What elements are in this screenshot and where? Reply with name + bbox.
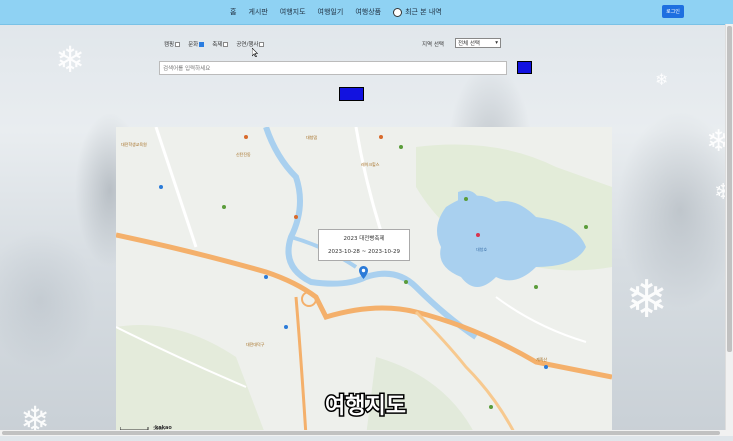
page-overlay-title: 여행지도 bbox=[324, 393, 408, 421]
login-button[interactable]: 로그인 bbox=[662, 5, 684, 18]
filter-checkbox[interactable] bbox=[223, 41, 229, 47]
filter-performance[interactable]: 공연/행사 bbox=[236, 40, 265, 48]
search-button[interactable] bbox=[517, 61, 532, 74]
chevron-down-icon: ▾ bbox=[495, 40, 498, 46]
category-filters: 캠핑 문화 축제 공연/행사 bbox=[164, 40, 265, 48]
recent-history-label: 최근 본 내역 bbox=[405, 8, 442, 16]
search-input[interactable]: 검색어를 입력하세요 bbox=[159, 61, 507, 75]
scrollbar-thumb[interactable] bbox=[727, 26, 732, 352]
snowflake-decoration: ❄ bbox=[655, 70, 669, 89]
filter-label: 캠핑 bbox=[164, 42, 175, 48]
region-label: 지역 선택 bbox=[422, 42, 444, 48]
scrollbar-thumb[interactable] bbox=[2, 431, 720, 435]
filter-culture[interactable]: 문화 bbox=[188, 40, 205, 48]
map-label: 계족산 bbox=[536, 357, 548, 362]
map-pin-icon[interactable] bbox=[359, 266, 368, 279]
main-menu: 홈 게시판 여행지도 여행일기 여행상품 최근 본 내역 bbox=[230, 0, 442, 24]
popup-dates: 2023-10-28 ~ 2023-10-29 bbox=[327, 249, 401, 255]
map-label: 대청댐 bbox=[306, 135, 318, 140]
nav-travel-products[interactable]: 여행상품 bbox=[355, 7, 381, 17]
filter-checkbox[interactable] bbox=[199, 41, 205, 47]
top-navbar: 홈 게시판 여행지도 여행일기 여행상품 최근 본 내역 로그인 bbox=[0, 0, 733, 25]
map-label: 대전학생교육원 bbox=[121, 142, 147, 147]
recent-history-link[interactable]: 최근 본 내역 bbox=[393, 7, 442, 17]
map-label: 대전대덕구 bbox=[246, 342, 265, 347]
submit-button[interactable] bbox=[339, 87, 364, 101]
filter-label: 축제 bbox=[212, 42, 223, 48]
popup-title: 2023 대전빵축제 bbox=[343, 236, 385, 242]
snowflake-decoration: ❄ bbox=[625, 270, 669, 330]
filter-camping[interactable]: 캠핑 bbox=[164, 40, 181, 48]
vertical-scrollbar[interactable] bbox=[725, 24, 733, 436]
filter-checkbox[interactable] bbox=[175, 41, 181, 47]
search-placeholder: 검색어를 입력하세요 bbox=[163, 66, 211, 72]
snowflake-decoration: ❄ bbox=[55, 40, 86, 81]
filter-checkbox[interactable] bbox=[259, 41, 265, 47]
filter-festival[interactable]: 축제 bbox=[212, 40, 229, 48]
filter-label: 공연/행사 bbox=[236, 42, 259, 48]
nav-travel-diary[interactable]: 여행일기 bbox=[318, 7, 344, 17]
filter-label: 문화 bbox=[188, 42, 199, 48]
mouse-cursor-icon bbox=[252, 48, 258, 57]
clock-icon bbox=[393, 7, 403, 17]
nav-travel-map[interactable]: 여행지도 bbox=[280, 7, 306, 17]
map-label: 신탄진동 bbox=[236, 152, 251, 157]
map-label: 대청호 bbox=[476, 247, 488, 252]
map-label: 레이크힐스 bbox=[361, 162, 380, 167]
nav-board[interactable]: 게시판 bbox=[248, 7, 267, 17]
region-select-value: 전체 선택 bbox=[458, 41, 480, 47]
festival-info-popup: 2023 대전빵축제 2023-10-28 ~ 2023-10-29 bbox=[318, 229, 410, 261]
nav-home[interactable]: 홈 bbox=[230, 7, 236, 17]
region-select[interactable]: 전체 선택 ▾ bbox=[455, 38, 501, 48]
horizontal-scrollbar[interactable] bbox=[0, 430, 726, 436]
